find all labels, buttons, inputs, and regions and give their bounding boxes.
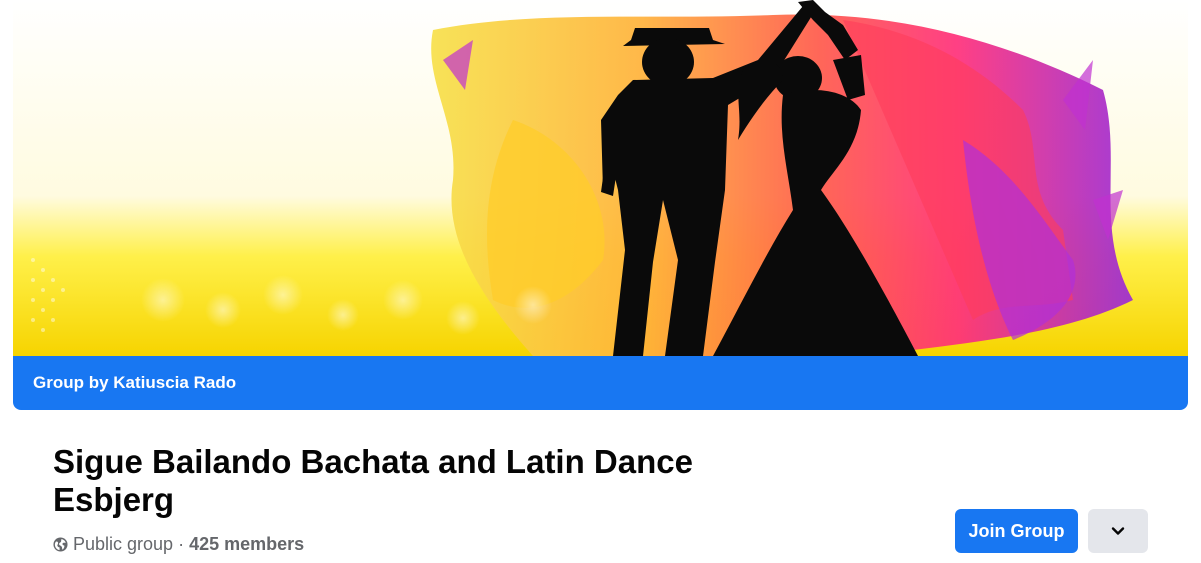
privacy-label[interactable]: Public group	[73, 534, 173, 555]
group-name: Sigue Bailando Bachata and Latin Dance E…	[53, 443, 693, 518]
member-count[interactable]: 425 members	[189, 534, 304, 555]
globe-icon	[53, 536, 68, 552]
group-meta: Public group · 425 members	[53, 533, 304, 555]
group-cover: Group by Katiuscia Rado	[13, 0, 1188, 410]
cover-photo[interactable]	[13, 0, 1188, 356]
chevron-down-icon	[1111, 527, 1125, 535]
group-owner-banner: Group by Katiuscia Rado	[13, 356, 1188, 410]
meta-separator: ·	[178, 533, 185, 554]
join-group-button[interactable]: Join Group	[955, 509, 1078, 553]
more-options-button[interactable]	[1088, 509, 1148, 553]
group-owner-label[interactable]: Group by Katiuscia Rado	[33, 373, 236, 393]
